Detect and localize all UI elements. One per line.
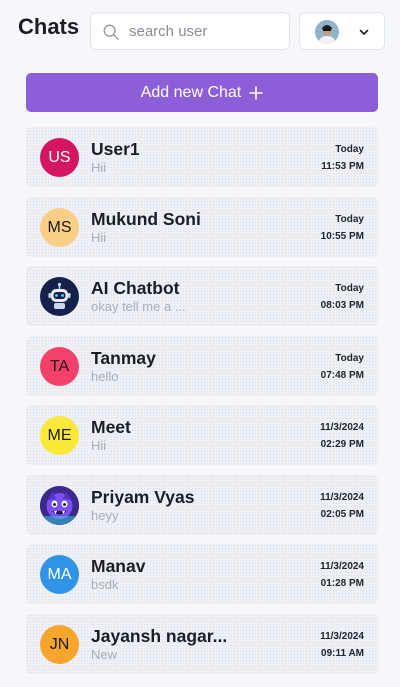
chat-list-item[interactable]: MS Mukund Soni Hii Today 10:55 PM (26, 197, 378, 257)
search-input[interactable] (129, 13, 285, 49)
chat-date: 11/3/2024 (320, 631, 364, 642)
user-avatar (315, 20, 339, 44)
chat-last-message: Hii (91, 160, 107, 175)
chat-time: 09:11 AM (321, 648, 364, 659)
chat-date: Today (335, 353, 364, 364)
chat-time: 02:05 PM (320, 509, 364, 520)
chat-last-message: heyy (91, 508, 119, 523)
chat-avatar: US (40, 138, 79, 177)
search-box[interactable] (90, 12, 290, 50)
chat-name: Tanmay (91, 348, 156, 368)
chat-time: 01:28 PM (320, 578, 364, 589)
chat-list-item[interactable]: JN Jayansh nagar... New 11/3/2024 09:11 AM (26, 614, 378, 674)
chat-avatar: MS (40, 208, 79, 247)
chat-list-item[interactable]: AI Chatbot okay tell me a ... Today 08:03 P… (26, 266, 378, 326)
character-avatar-icon (40, 486, 79, 525)
chat-time: 07:48 PM (320, 370, 364, 381)
chat-avatar: ME (40, 416, 79, 455)
chat-last-message: bsdk (91, 577, 119, 592)
chat-date: Today (335, 214, 364, 225)
header: Chats (0, 0, 400, 64)
chat-list-item[interactable]: MA Manav bsdk 11/3/2024 01:28 PM (26, 544, 378, 604)
chat-name: User1 (91, 139, 140, 159)
chat-last-message: Hii (91, 230, 107, 245)
chat-date: 11/3/2024 (320, 492, 364, 503)
chat-avatar: TA (40, 347, 79, 386)
chat-time: 02:29 PM (320, 439, 364, 450)
chat-name: Jayansh nagar... (91, 626, 228, 646)
chevron-down-icon (359, 29, 369, 35)
chat-date: Today (335, 144, 364, 155)
chat-list-item[interactable]: Priyam Vyas heyy 11/3/2024 02:05 PM (26, 475, 378, 535)
page-title: Chats (18, 14, 80, 39)
robot-icon (48, 282, 71, 309)
chat-name: AI Chatbot (91, 278, 180, 298)
chat-date: Today (335, 283, 364, 294)
chat-last-message: Hii (91, 438, 107, 453)
chat-name: Meet (91, 417, 131, 437)
profile-menu-button[interactable] (299, 12, 385, 50)
chat-date: 11/3/2024 (320, 422, 364, 433)
chat-time: 08:03 PM (320, 300, 364, 311)
add-new-chat-label: Add new Chat (140, 83, 242, 101)
chat-last-message: New (91, 647, 118, 662)
chat-last-message: okay tell me a ... (91, 299, 186, 314)
plus-icon (249, 85, 264, 100)
chat-date: 11/3/2024 (320, 561, 364, 572)
chat-time: 11:53 PM (321, 161, 364, 172)
chat-name: Manav (91, 556, 146, 576)
chat-list-item[interactable]: US User1 Hii Today 11:53 PM (26, 127, 378, 187)
chat-name: Mukund Soni (91, 209, 201, 229)
chat-list-item[interactable]: ME Meet Hii 11/3/2024 02:29 PM (26, 405, 378, 465)
chat-last-message: hello (91, 369, 119, 384)
add-new-chat-button[interactable]: Add new Chat (26, 73, 378, 112)
chat-avatar (40, 486, 79, 525)
chat-avatar: JN (40, 625, 79, 664)
search-icon (103, 24, 119, 40)
chat-time: 10:55 PM (320, 231, 364, 242)
chat-list-item[interactable]: TA Tanmay hello Today 07:48 PM (26, 336, 378, 396)
chat-avatar (40, 277, 79, 316)
chat-avatar: MA (40, 555, 79, 594)
chat-name: Priyam Vyas (91, 487, 195, 507)
